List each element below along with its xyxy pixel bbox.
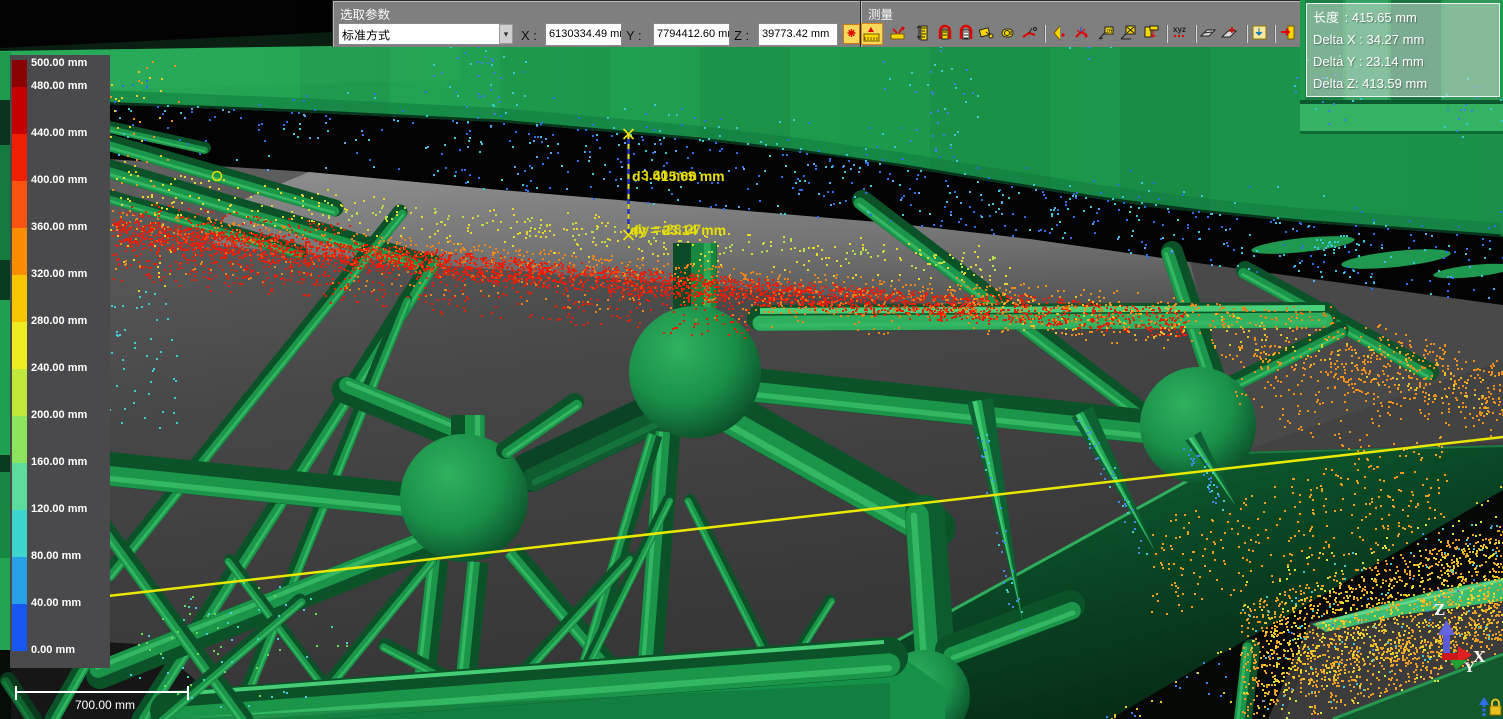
- svg-text:X: X: [1473, 647, 1486, 666]
- svg-text:Y: Y: [1464, 660, 1475, 676]
- svg-text:Z: Z: [1434, 600, 1445, 619]
- svg-text:dy =-23.27: dy =-23.27: [633, 221, 701, 237]
- svg-text:700.00 mm: 700.00 mm: [75, 698, 135, 712]
- svg-text:xyz: xyz: [1173, 25, 1186, 34]
- svg-text:zθ: zθ: [1106, 29, 1113, 35]
- svg-text:3.60 mm: 3.60 mm: [641, 167, 697, 183]
